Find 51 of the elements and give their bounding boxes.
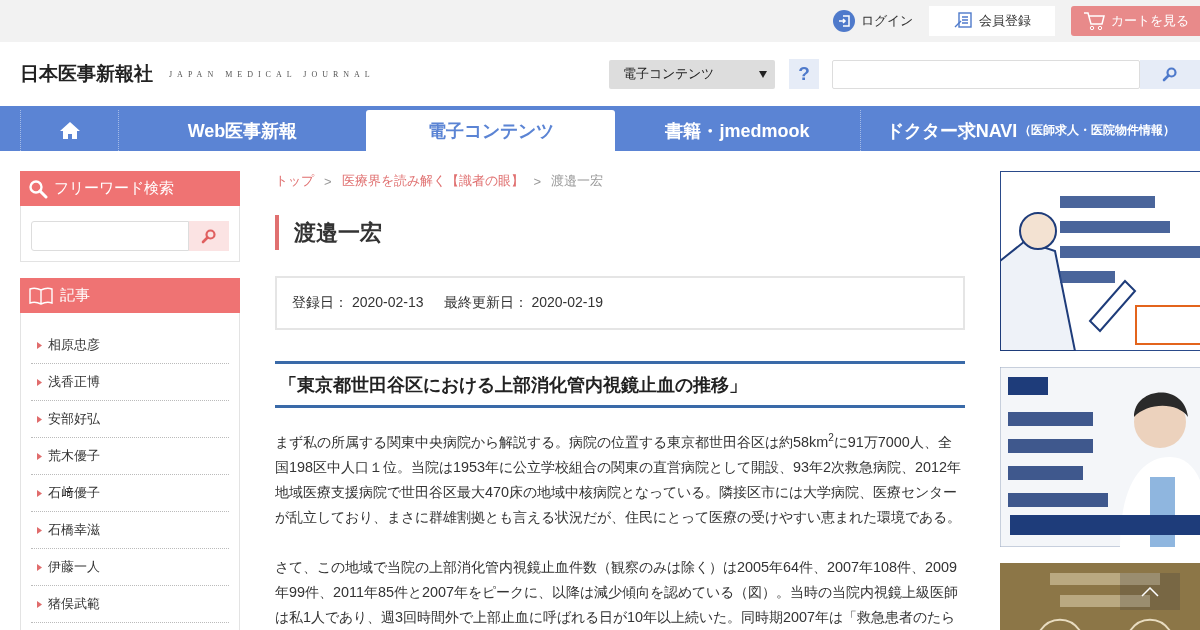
page-title: 渡邉一宏 [275, 215, 965, 250]
author-link[interactable]: 浅香正博 [48, 373, 100, 391]
bullet-icon [37, 452, 42, 460]
author-link[interactable]: 安部好弘 [48, 410, 100, 428]
nav-tab[interactable]: 電子コンテンツ [366, 110, 615, 151]
nav-tab[interactable]: 書籍・jmedmook [615, 110, 860, 151]
bullet-icon [37, 341, 42, 349]
updated-date: 最終更新日： 2020-02-19 [443, 294, 604, 312]
home-icon [58, 121, 81, 140]
search-icon [201, 228, 217, 244]
bullet-icon [37, 489, 42, 497]
section-heading: 「東京都世田谷区における上部消化管内視鏡止血の推移」 [275, 361, 965, 408]
tab-note: （医師求人・医院物件情報） [1019, 122, 1176, 139]
registered-date: 登録日： 2020-02-13 [292, 294, 424, 312]
register-button[interactable]: 会員登録 [929, 6, 1055, 36]
bullet-icon [37, 415, 42, 423]
search-button[interactable] [1140, 59, 1200, 89]
login-icon [833, 10, 855, 32]
cart-icon [1082, 11, 1105, 31]
search-button[interactable] [189, 221, 229, 251]
breadcrumb-separator: > [533, 173, 542, 189]
caret-down-icon [759, 70, 767, 78]
search-field[interactable] [31, 221, 189, 251]
form-icon [953, 11, 973, 31]
author-link[interactable]: 相原忠彦 [48, 336, 100, 354]
scroll-top-button[interactable] [1120, 573, 1180, 610]
article-paragraph: さて、この地域で当院の上部消化管内視鏡止血件数（観察のみは除く）は2005年64件、2007年108件、2009年99件、2011年85件と2007年をピークに、以降は減少傾向を認めている（図）。当時の当院内視鏡上級医師は私1人であり、週3回時間外で上部止血に呼ばれる日が10年以上続いた。同時期2007年は「救急患者のたら [275, 558, 959, 627]
breadcrumb-separator: > [324, 173, 332, 189]
nav-tab[interactable]: ドクター求NAVI（医師求人・医院物件情報） [860, 110, 1200, 151]
author-link[interactable]: 荒木優子 [48, 447, 100, 465]
login-link[interactable]: ログイン [833, 10, 913, 32]
author-link[interactable]: 石﨑優子 [48, 484, 100, 502]
site-logo[interactable]: 日本医事新報社 [20, 61, 153, 87]
article-paragraph: まず私の所属する関東中央病院から解説する。病院の位置する東京都世田谷区は約58km$^{2}$に91万7000人、全国198区中人口１位。当院は1953年に公立学校組合の関東の直営病院として開設、93年2次救急病院、2012年地域医療支援病院で世田谷区最大470床の地域中核病院となっている。隣接区市には大学病院、医療センターが乱立しており、まさに群雄割拠とも言える状況だが、住民にとって医療の受けやすい恵まれた環境である。 [275, 431, 963, 527]
author-link[interactable]: 猪俣武範 [48, 595, 100, 613]
help-button[interactable]: ? [789, 59, 819, 89]
caret-up-icon [1141, 586, 1159, 597]
search-icon [28, 178, 48, 199]
logo-tagline: JAPAN MEDICAL JOURNAL [169, 69, 375, 79]
bullet-icon [37, 600, 42, 608]
author-link[interactable]: 伊藤一人 [48, 558, 100, 576]
bullet-icon [37, 526, 42, 534]
panel-title: フリーワード検索 [54, 179, 174, 198]
bullet-icon [37, 378, 42, 386]
category-dropdown[interactable]: 電子コンテンツ [609, 59, 775, 89]
search-icon [1162, 66, 1178, 82]
bullet-icon [37, 563, 42, 571]
book-icon [28, 286, 54, 305]
search-field[interactable] [832, 59, 1140, 89]
author-link[interactable]: 石橋幸滋 [48, 521, 100, 539]
panel-title: 記事 [60, 286, 90, 305]
